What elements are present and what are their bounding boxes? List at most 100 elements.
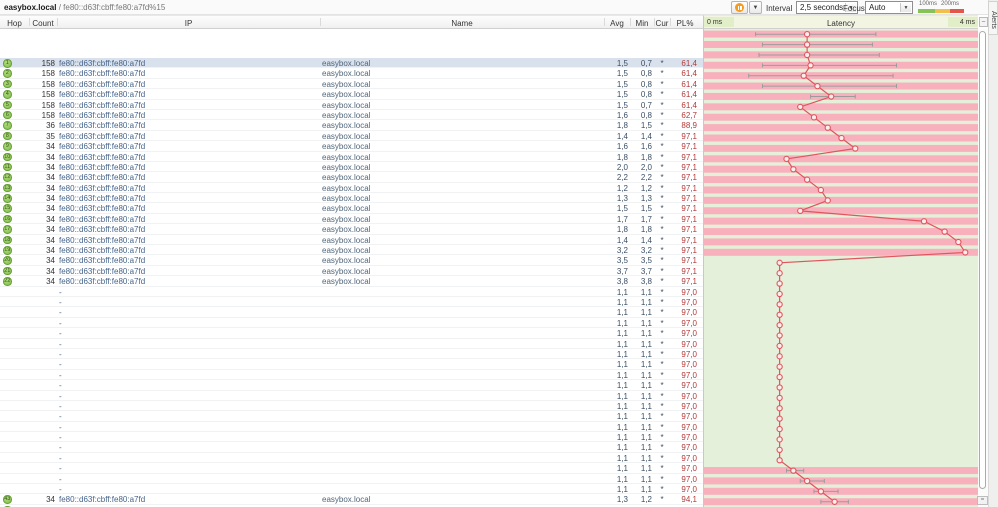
cell-name: easybox.local	[322, 131, 371, 141]
table-row[interactable]: -1,1 1,1 * 97,0	[0, 453, 703, 463]
focus-select[interactable]: Auto ▼	[865, 1, 913, 14]
latency-data-point	[803, 51, 811, 59]
latency-data-point	[776, 353, 783, 360]
interval-label: Interval	[766, 4, 793, 13]
focus-label: Focus	[843, 4, 865, 13]
table-row[interactable]: -1,1 1,1 * 97,0	[0, 287, 703, 297]
table-row[interactable]: 19 34 fe80::d63f:cbff:fe80:a7fd easybox.loc…	[0, 245, 703, 255]
cell-avg: 1,1	[616, 298, 628, 307]
cell-avg: 1,1	[616, 339, 628, 349]
table-row[interactable]: -1,1 1,1 * 97,0	[0, 401, 703, 411]
cell-ip: fe80::d63f:cbff:fe80:a7fd	[59, 266, 146, 276]
cell-packet-loss: 97,0	[681, 381, 697, 391]
table-row[interactable]: -1,1 1,1 * 97,0	[0, 359, 703, 369]
table-row[interactable]: 2 158 fe80::d63f:cbff:fe80:a7fd easybox.loc…	[0, 68, 703, 78]
cell-ip: fe80::d63f:cbff:fe80:a7fd	[59, 246, 146, 256]
table-row[interactable]: -1,1 1,1 * 97,0	[0, 484, 703, 494]
alerts-tab[interactable]: Alerts	[988, 1, 998, 35]
latency-chart[interactable]	[703, 29, 979, 507]
table-row[interactable]: 17 34 fe80::d63f:cbff:fe80:a7fd easybox.loc…	[0, 224, 703, 234]
hop-number-badge: 14	[3, 194, 12, 203]
hop-number-badge: 12	[3, 173, 12, 182]
table-row[interactable]: 10 34 fe80::d63f:cbff:fe80:a7fd easybox.loc…	[0, 152, 703, 162]
col-header-ip[interactable]: IP	[57, 19, 320, 28]
table-row[interactable]: 12 34 fe80::d63f:cbff:fe80:a7fd easybox.loc…	[0, 172, 703, 182]
cell-ip: fe80::d63f:cbff:fe80:a7fd	[59, 79, 146, 89]
target-address: / fe80::d63f:cbff:fe80:a7fd%15	[56, 3, 166, 12]
table-row[interactable]: 20 34 fe80::d63f:cbff:fe80:a7fd easybox.loc…	[0, 255, 703, 265]
col-header-count[interactable]: Count	[29, 19, 57, 28]
table-row[interactable]: 8 35 fe80::d63f:cbff:fe80:a7fd easybox.loca…	[0, 131, 703, 141]
cell-packet-loss: 97,0	[681, 370, 697, 380]
table-row[interactable]: -1,1 1,1 * 97,0	[0, 411, 703, 421]
table-row[interactable]: 7 36 fe80::d63f:cbff:fe80:a7fd easybox.loca…	[0, 120, 703, 130]
latency-data-point	[783, 155, 790, 163]
cell-name: easybox.local	[322, 204, 371, 214]
table-row[interactable]: 11 34 fe80::d63f:cbff:fe80:a7fd easybox.loc…	[0, 162, 703, 172]
col-header-name[interactable]: Name	[320, 19, 604, 28]
cell-name: easybox.local	[322, 90, 371, 100]
table-row[interactable]: 4 158 fe80::d63f:cbff:fe80:a7fd easybox.loc…	[0, 89, 703, 99]
table-row[interactable]: -1,1 1,1 * 97,0	[0, 339, 703, 349]
table-row[interactable]: 5 158 fe80::d63f:cbff:fe80:a7fd easybox.loc…	[0, 100, 703, 110]
table-row[interactable]: -1,1 1,1 * 97,0	[0, 297, 703, 307]
table-row[interactable]: -1,1 1,1 * 97,0	[0, 349, 703, 359]
table-row[interactable]: 9 34 fe80::d63f:cbff:fe80:a7fd easybox.loca…	[0, 141, 703, 151]
latency-data-point	[797, 207, 804, 214]
cell-ip: fe80::d63f:cbff:fe80:a7fd	[59, 90, 146, 100]
table-row[interactable]: -1,1 1,1 * 97,0	[0, 307, 703, 317]
table-row[interactable]: 21 34 fe80::d63f:cbff:fe80:a7fd easybox.loc…	[0, 266, 703, 276]
table-row[interactable]: 43 34 fe80::d63f:cbff:fe80:a7fd easybox.loc…	[0, 494, 703, 504]
table-row[interactable]: 13 34 fe80::d63f:cbff:fe80:a7fd easybox.loc…	[0, 183, 703, 193]
table-row[interactable]: -1,1 1,1 * 97,0	[0, 380, 703, 390]
table-row[interactable]: -1,1 1,1 * 97,0	[0, 422, 703, 432]
cell-avg: 1,8	[616, 152, 628, 162]
cell-name: easybox.local	[322, 495, 371, 505]
table-row[interactable]: -1,1 1,1 * 97,0	[0, 442, 703, 452]
chart-title: Latency	[826, 19, 856, 28]
table-row[interactable]: 14 34 fe80::d63f:cbff:fe80:a7fd easybox.loc…	[0, 193, 703, 203]
pause-dropdown-button[interactable]: ▼	[749, 1, 762, 14]
hop-number-badge: 2	[3, 69, 12, 78]
cell-min: 0,8	[640, 79, 652, 89]
table-row[interactable]: -1,1 1,1 * 97,0	[0, 474, 703, 484]
table-row[interactable]: 22 34 fe80::d63f:cbff:fe80:a7fd easybox.loc…	[0, 276, 703, 286]
cell-avg: 1,6	[616, 110, 628, 120]
col-header-min[interactable]: Min	[630, 19, 654, 28]
pause-button[interactable]	[731, 1, 748, 14]
cell-count: 34	[46, 235, 55, 245]
col-header-cur[interactable]: Cur	[654, 19, 670, 28]
chart-collapse-button[interactable]: –	[979, 17, 988, 27]
chart-scrollbar[interactable]	[978, 29, 988, 507]
table-row[interactable]: 1 158 fe80::d63f:cbff:fe80:a7fd easybox.loc…	[0, 58, 703, 69]
cell-ip: -	[59, 422, 62, 432]
chart-resize-handle[interactable]: =	[977, 496, 988, 505]
table-row[interactable]: 15 34 fe80::d63f:cbff:fe80:a7fd easybox.loc…	[0, 203, 703, 213]
table-row[interactable]: -1,1 1,1 * 97,0	[0, 391, 703, 401]
latency-data-point	[776, 322, 783, 329]
cell-ip: -	[59, 370, 62, 380]
table-row[interactable]: 18 34 fe80::d63f:cbff:fe80:a7fd easybox.loc…	[0, 235, 703, 245]
table-row[interactable]: 16 34 fe80::d63f:cbff:fe80:a7fd easybox.loc…	[0, 214, 703, 224]
cell-min: 2,0	[640, 162, 652, 172]
table-row[interactable]: -1,1 1,1 * 97,0	[0, 318, 703, 328]
table-row[interactable]: -1,1 1,1 * 97,0	[0, 432, 703, 442]
table-row[interactable]: 3 158 fe80::d63f:cbff:fe80:a7fd easybox.loc…	[0, 79, 703, 89]
table-row[interactable]: -1,1 1,1 * 97,0	[0, 370, 703, 380]
table-row[interactable]: -1,1 1,1 * 97,0	[0, 328, 703, 338]
cell-packet-loss: 97,0	[681, 339, 697, 349]
col-header-pl[interactable]: PL%	[670, 19, 700, 28]
interval-value: 2,5 seconds	[800, 3, 844, 12]
hop-number-badge: 18	[3, 235, 12, 245]
cell-packet-loss: 61,4	[681, 90, 697, 100]
col-header-avg[interactable]: Avg	[604, 19, 630, 28]
cell-packet-loss: 97,1	[681, 256, 697, 266]
table-row[interactable]: 6 158 fe80::d63f:cbff:fe80:a7fd easybox.loc…	[0, 110, 703, 120]
col-header-hop[interactable]: Hop	[0, 19, 29, 28]
table-row[interactable]: -1,1 1,1 * 97,0	[0, 463, 703, 473]
chart-scrollbar-thumb[interactable]	[979, 31, 986, 489]
cell-packet-loss: 97,0	[681, 298, 697, 307]
cell-min: 1,5	[640, 121, 652, 131]
cell-min: 0,8	[640, 90, 652, 100]
cell-min: 1,1	[640, 474, 652, 484]
